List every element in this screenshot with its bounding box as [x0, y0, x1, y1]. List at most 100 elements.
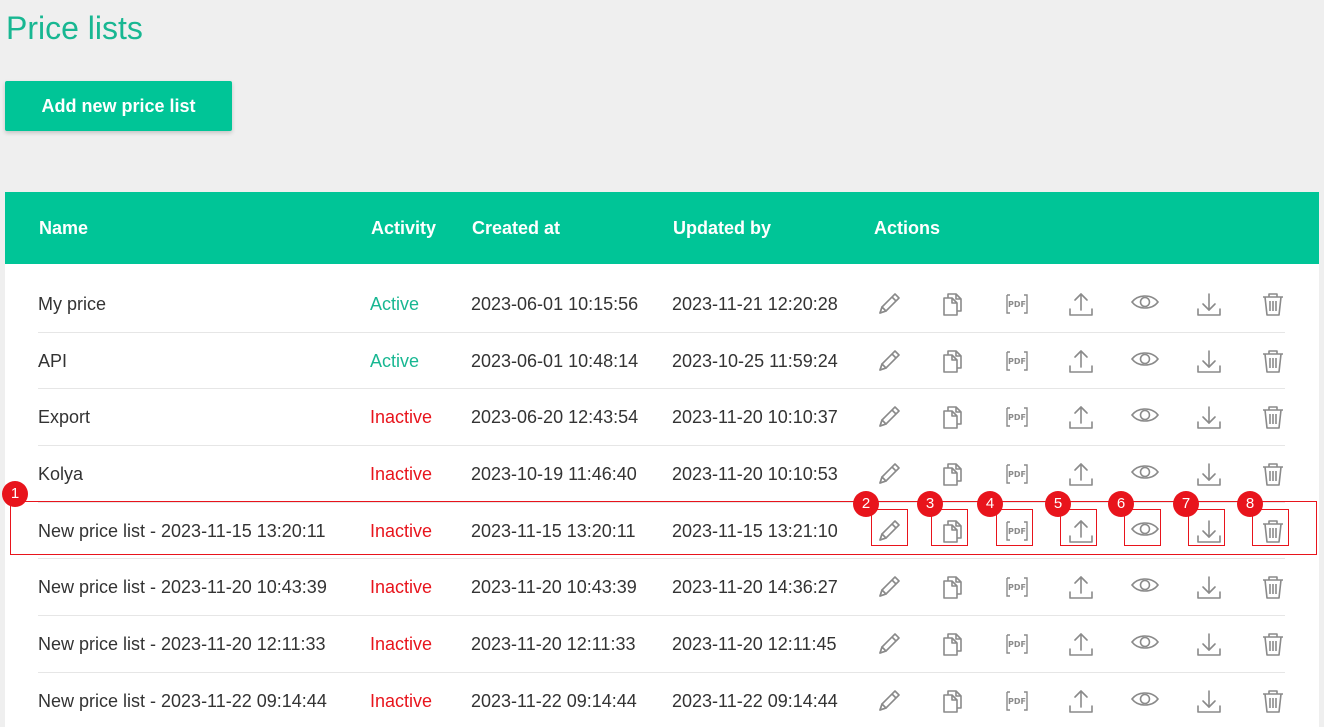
row-name[interactable]: New price list - 2023-11-22 09:14:44	[38, 673, 327, 727]
upload-action-button[interactable]	[1064, 457, 1098, 491]
eye-action-button[interactable]	[1128, 684, 1162, 718]
pencil-action-button[interactable]	[872, 400, 906, 434]
upload-action-button[interactable]	[1064, 344, 1098, 378]
header-created-at[interactable]: Created at	[472, 192, 560, 264]
row-created-at: 2023-06-20 12:43:54	[471, 407, 639, 428]
table-row[interactable]: New price list - 2023-11-20 10:43:39 Ina…	[38, 559, 1285, 617]
copy-action-button[interactable]	[936, 457, 970, 491]
pdf-action-button[interactable]: PDF	[1000, 570, 1034, 604]
row-updated: 2023-11-15 13:21:10	[672, 520, 838, 541]
pencil-icon	[874, 572, 904, 602]
copy-action-button[interactable]	[936, 570, 970, 604]
pencil-action-button[interactable]	[872, 684, 906, 718]
row-name[interactable]: API	[38, 333, 67, 389]
svg-text:PDF: PDF	[1008, 640, 1026, 649]
pdf-action-button[interactable]: PDF	[1000, 684, 1034, 718]
trash-action-button[interactable]	[1256, 287, 1290, 321]
pencil-action-button[interactable]	[872, 514, 906, 548]
header-name[interactable]: Name	[39, 192, 88, 264]
eye-action-button[interactable]	[1128, 514, 1162, 548]
copy-icon	[938, 686, 968, 716]
eye-icon	[1130, 289, 1160, 319]
row-updated: 2023-11-22 09:14:44	[672, 690, 838, 711]
pencil-action-button[interactable]	[872, 570, 906, 604]
eye-action-button[interactable]	[1128, 627, 1162, 661]
pdf-action-button[interactable]: PDF	[1000, 514, 1034, 548]
header-activity[interactable]: Activity	[371, 192, 436, 264]
pencil-action-button[interactable]	[872, 627, 906, 661]
copy-action-button[interactable]	[936, 287, 970, 321]
pdf-icon: PDF	[1002, 572, 1032, 602]
download-action-button[interactable]	[1192, 684, 1226, 718]
row-updated: 2023-11-20 14:36:27	[672, 577, 838, 598]
pencil-action-button[interactable]	[872, 457, 906, 491]
trash-action-button[interactable]	[1256, 627, 1290, 661]
trash-action-button[interactable]	[1256, 514, 1290, 548]
pencil-icon	[874, 402, 904, 432]
row-name[interactable]: Kolya	[38, 446, 83, 502]
table-row[interactable]: New price list - 2023-11-22 09:14:44 Ina…	[38, 673, 1285, 727]
row-activity: Active	[370, 294, 420, 314]
table-row[interactable]: API Active 2023-06-01 10:48:14 2023-10-2…	[38, 333, 1285, 390]
upload-action-button[interactable]	[1064, 400, 1098, 434]
pdf-action-button[interactable]: PDF	[1000, 400, 1034, 434]
copy-icon	[938, 572, 968, 602]
download-action-button[interactable]	[1192, 514, 1226, 548]
copy-action-button[interactable]	[936, 627, 970, 661]
trash-action-button[interactable]	[1256, 344, 1290, 378]
row-activity: Inactive	[370, 690, 433, 711]
row-updated: 2023-10-25 11:59:24	[672, 350, 838, 371]
download-action-button[interactable]	[1192, 570, 1226, 604]
upload-action-button[interactable]	[1064, 627, 1098, 661]
table-row[interactable]: New price list - 2023-11-15 13:20:11 Ina…	[38, 503, 1285, 560]
eye-icon	[1130, 346, 1160, 376]
trash-action-button[interactable]	[1256, 400, 1290, 434]
row-updated: 2023-11-20 12:11:45	[672, 634, 837, 655]
annotation-badge-8: 8	[1237, 491, 1263, 517]
copy-action-button[interactable]	[936, 400, 970, 434]
trash-icon	[1258, 402, 1288, 432]
eye-action-button[interactable]	[1128, 344, 1162, 378]
upload-action-button[interactable]	[1064, 570, 1098, 604]
row-name[interactable]: New price list - 2023-11-20 10:43:39	[38, 559, 327, 615]
pdf-action-button[interactable]: PDF	[1000, 457, 1034, 491]
download-action-button[interactable]	[1192, 627, 1226, 661]
upload-action-button[interactable]	[1064, 287, 1098, 321]
trash-action-button[interactable]	[1256, 457, 1290, 491]
download-action-button[interactable]	[1192, 344, 1226, 378]
pdf-action-button[interactable]: PDF	[1000, 344, 1034, 378]
header-actions: Actions	[874, 218, 941, 238]
table-row[interactable]: Export Inactive 2023-06-20 12:43:54 2023…	[38, 389, 1285, 447]
eye-action-button[interactable]	[1128, 400, 1162, 434]
upload-action-button[interactable]	[1064, 514, 1098, 548]
download-action-button[interactable]	[1192, 457, 1226, 491]
copy-action-button[interactable]	[936, 684, 970, 718]
pdf-action-button[interactable]: PDF	[1000, 627, 1034, 661]
add-new-price-list-button[interactable]: Add new price list	[5, 81, 232, 131]
copy-action-button[interactable]	[936, 344, 970, 378]
pdf-action-button[interactable]: PDF	[1000, 287, 1034, 321]
row-name[interactable]: New price list - 2023-11-15 13:20:11	[38, 503, 326, 559]
row-name[interactable]: New price list - 2023-11-20 12:11:33	[38, 616, 326, 672]
download-action-button[interactable]	[1192, 400, 1226, 434]
table-row[interactable]: Kolya Inactive 2023-10-19 11:46:40 2023-…	[38, 446, 1285, 503]
upload-action-button[interactable]	[1064, 684, 1098, 718]
download-action-button[interactable]	[1192, 287, 1226, 321]
trash-action-button[interactable]	[1256, 570, 1290, 604]
header-updated-by[interactable]: Updated by	[673, 192, 771, 264]
table-row[interactable]: New price list - 2023-11-20 12:11:33 Ina…	[38, 616, 1285, 673]
eye-action-button[interactable]	[1128, 287, 1162, 321]
pencil-action-button[interactable]	[872, 344, 906, 378]
row-activity: Active	[370, 350, 420, 371]
pencil-action-button[interactable]	[872, 287, 906, 321]
eye-action-button[interactable]	[1128, 570, 1162, 604]
row-name[interactable]: Export	[38, 389, 90, 445]
annotation-badge-7: 7	[1173, 491, 1199, 517]
upload-icon	[1066, 346, 1096, 376]
copy-action-button[interactable]	[936, 514, 970, 548]
eye-action-button[interactable]	[1128, 457, 1162, 491]
pencil-icon	[874, 289, 904, 319]
trash-action-button[interactable]	[1256, 684, 1290, 718]
table-row[interactable]: My price Active 2023-06-01 10:15:56 2023…	[38, 276, 1285, 333]
row-name[interactable]: My price	[38, 276, 106, 332]
